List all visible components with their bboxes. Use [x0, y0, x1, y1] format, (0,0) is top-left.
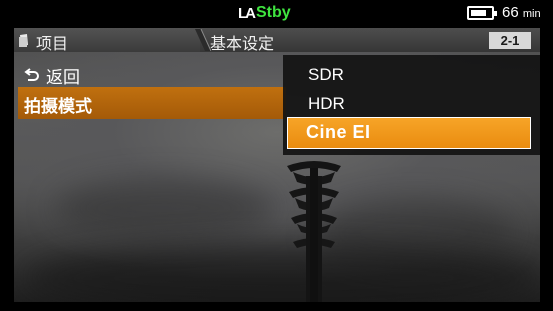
- battery-icon: [467, 6, 497, 20]
- option-cine-ei[interactable]: Cine EI: [287, 117, 531, 149]
- back-menu-item[interactable]: 返回: [24, 63, 80, 88]
- status-bar: LA Stby 66 min: [0, 0, 553, 28]
- rec-mode-icon: LA: [238, 4, 256, 22]
- header-basic-label: 基本设定: [210, 34, 275, 53]
- right-border: [540, 28, 553, 302]
- bottom-border: [0, 302, 553, 311]
- battery-remaining: 66 min: [502, 4, 541, 21]
- option-cine-ei-label: Cine EI: [306, 122, 371, 142]
- shooting-mode-label: 拍摄模式: [24, 97, 92, 117]
- standby-label: Stby: [256, 4, 291, 21]
- header-separator: [195, 29, 211, 51]
- back-arrow-icon: [24, 68, 39, 81]
- header-items-label: 项目: [36, 34, 69, 53]
- battery-unit: min: [522, 8, 541, 20]
- background-cloud: [54, 178, 274, 238]
- menu-header: 项目 基本设定 2-1: [14, 28, 540, 53]
- option-sdr[interactable]: SDR: [308, 65, 344, 85]
- battery-value: 66: [502, 4, 519, 21]
- shooting-mode-menu-item[interactable]: 拍摄模式: [18, 87, 286, 119]
- page-indicator: 2-1: [489, 32, 531, 49]
- tower-silhouette: [287, 161, 341, 302]
- option-hdr[interactable]: HDR: [308, 94, 345, 114]
- left-border: [0, 28, 14, 302]
- shooting-mode-dropdown: SDR HDR Cine EI: [283, 55, 540, 155]
- battery-fill: [471, 10, 486, 16]
- recording-status: LA Stby: [238, 3, 291, 23]
- camera-viewfinder: 项目 基本设定 2-1 返回 拍摄模式 SDR HDR Cine EI: [14, 28, 540, 302]
- folder-icon: [19, 34, 28, 47]
- back-label: 返回: [46, 67, 80, 88]
